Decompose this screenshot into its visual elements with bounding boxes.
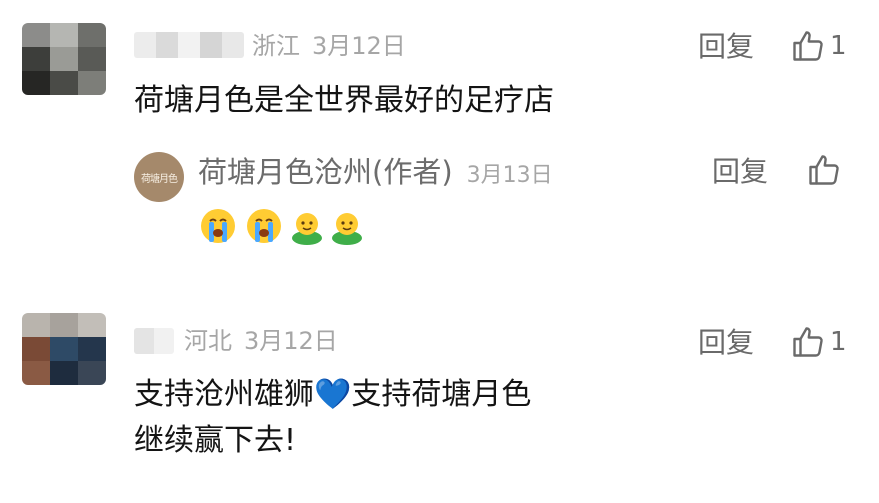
comment-location: 浙江 <box>252 32 300 60</box>
blurred-username[interactable] <box>134 32 244 58</box>
green-figure-icon <box>332 213 362 245</box>
like-button[interactable]: 1 <box>790 324 847 360</box>
author-logo-text: 荷塘月色 <box>141 173 178 185</box>
like-count: 1 <box>830 31 847 61</box>
comment-meta: 浙江 3月12日 <box>252 31 406 61</box>
comment-date: 3月12日 <box>312 32 406 60</box>
reply-like-button[interactable] <box>806 152 842 188</box>
thumbs-up-icon <box>809 155 839 185</box>
comment-text: 支持沧州雄狮💙支持荷塘月色 继续赢下去! <box>134 372 531 464</box>
reply-author-name[interactable]: 荷塘月色沧州(作者) <box>198 155 453 189</box>
thumbs-up-icon <box>793 31 823 61</box>
crying-face-icon <box>247 209 281 243</box>
green-figure-icon <box>292 213 322 245</box>
commenter-avatar[interactable] <box>22 313 106 385</box>
thumbs-up-icon <box>793 327 823 357</box>
commenter-avatar[interactable] <box>22 23 106 95</box>
crying-face-icon <box>201 209 235 243</box>
author-avatar[interactable]: 荷塘月色 <box>134 152 184 202</box>
blurred-username[interactable] <box>134 328 174 354</box>
like-button[interactable]: 1 <box>790 28 847 64</box>
comment-location: 河北 <box>184 327 232 355</box>
reply-date: 3月13日 <box>466 163 553 188</box>
comment-date: 3月12日 <box>244 327 338 355</box>
reply-author-line: 荷塘月色沧州(作者) 3月13日 <box>198 154 553 194</box>
reply-emojis <box>198 205 370 245</box>
comment-text-line: 支持沧州雄狮💙支持荷塘月色 <box>134 377 532 412</box>
comment-text: 荷塘月色是全世界最好的足疗店 <box>134 83 554 118</box>
comment-meta: 河北 3月12日 <box>184 326 338 356</box>
reply-reply-button[interactable]: 回复 <box>712 155 768 189</box>
reply-button[interactable]: 回复 <box>698 30 754 64</box>
reply-button[interactable]: 回复 <box>698 326 754 360</box>
comment-text-line: 继续赢下去! <box>134 423 297 458</box>
like-count: 1 <box>830 327 847 357</box>
